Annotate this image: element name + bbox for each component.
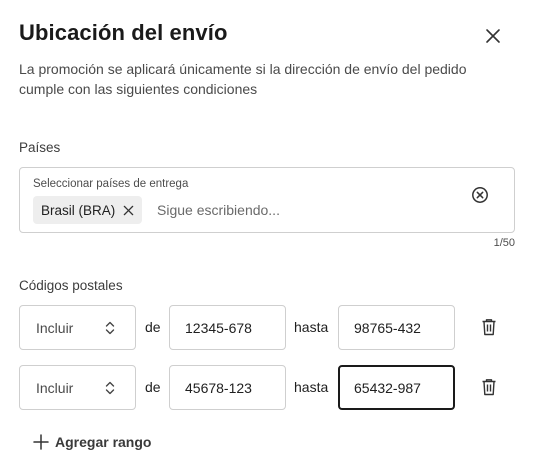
postal-to-input[interactable] [338,365,455,410]
countries-label: Países [19,140,61,155]
countries-multiselect[interactable]: Seleccionar países de entrega Brasil (BR… [19,167,515,233]
include-select-value: Incluir [36,319,74,336]
to-connector: hasta [294,319,329,335]
trash-icon [482,319,496,336]
include-select-value: Incluir [36,379,74,396]
dialog-description: La promoción se aplicará únicamente si l… [19,61,467,97]
country-chip: Brasil (BRA) [33,196,143,224]
postal-to-input[interactable] [338,305,455,350]
delete-range-button[interactable] [480,377,498,397]
from-connector: de [145,379,161,395]
clear-circle-icon [472,187,488,203]
countries-inner-label: Seleccionar países de entrega [33,178,189,190]
close-button[interactable] [481,24,505,48]
postal-from-input[interactable] [169,365,286,410]
chevron-up-down-icon [105,321,115,335]
postal-from-input[interactable] [169,305,286,350]
close-icon [486,29,500,43]
from-connector: de [145,319,161,335]
include-select[interactable]: Incluir [19,305,136,350]
clear-countries-button[interactable] [470,185,490,205]
trash-icon [482,379,496,396]
plus-icon [33,434,49,450]
dialog-title: Ubicación del envío [19,20,228,45]
remove-chip-button[interactable] [123,205,134,216]
to-connector: hasta [294,379,329,395]
postal-codes-label: Códigos postales [19,278,123,293]
country-search-input[interactable] [157,199,447,221]
include-select[interactable]: Incluir [19,365,136,410]
close-small-icon [123,205,134,215]
add-range-button[interactable]: Agregar rango [33,434,151,450]
chevron-up-down-icon [105,381,115,395]
postal-range-row: Incluir de hasta [19,365,515,411]
countries-counter: 1/50 [493,237,515,249]
delete-range-button[interactable] [480,317,498,337]
postal-range-row: Incluir de hasta [19,305,515,351]
add-range-label: Agregar rango [55,434,152,450]
country-chip-label: Brasil (BRA) [41,202,116,218]
